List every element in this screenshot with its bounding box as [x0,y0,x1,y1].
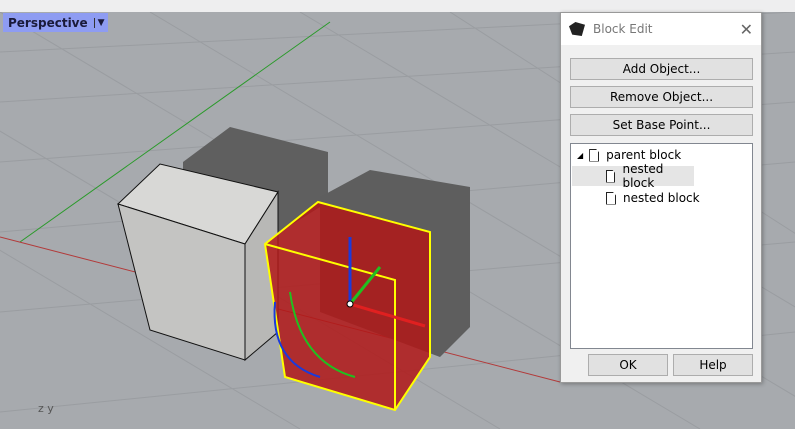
block-icon [589,148,600,162]
set-base-point-button[interactable]: Set Base Point... [570,114,753,136]
dialog-title: Block Edit [593,22,653,36]
tree-label: nested block [623,191,700,205]
document-icon [606,191,616,205]
tree-label: nested block [622,162,664,190]
close-icon[interactable]: ✕ [740,20,753,39]
add-object-button[interactable]: Add Object... [570,58,753,80]
document-icon [606,169,616,183]
viewport-menu-arrow-icon[interactable]: ▼ [93,17,108,28]
collapse-icon[interactable]: ◢ [577,151,583,160]
ok-button[interactable]: OK [588,354,668,376]
viewport-name: Perspective [8,15,88,30]
viewport-title-tab[interactable]: Perspective ▼ [3,13,108,32]
block-edit-dialog: Block Edit ✕ Add Object... Remove Object… [560,12,762,383]
tree-item-nested[interactable]: nested block [572,162,694,190]
tree-label: parent block [606,148,682,162]
rhino-logo-icon [569,22,585,36]
dialog-titlebar: Block Edit ✕ [561,13,761,45]
block-tree[interactable]: ◢ parent block nested block nested block [570,143,753,349]
axis-indicator: z y [38,402,54,415]
help-button[interactable]: Help [673,354,753,376]
remove-object-button[interactable]: Remove Object... [570,86,753,108]
top-strip [0,0,795,12]
tree-item-nested[interactable]: nested block [606,188,700,208]
